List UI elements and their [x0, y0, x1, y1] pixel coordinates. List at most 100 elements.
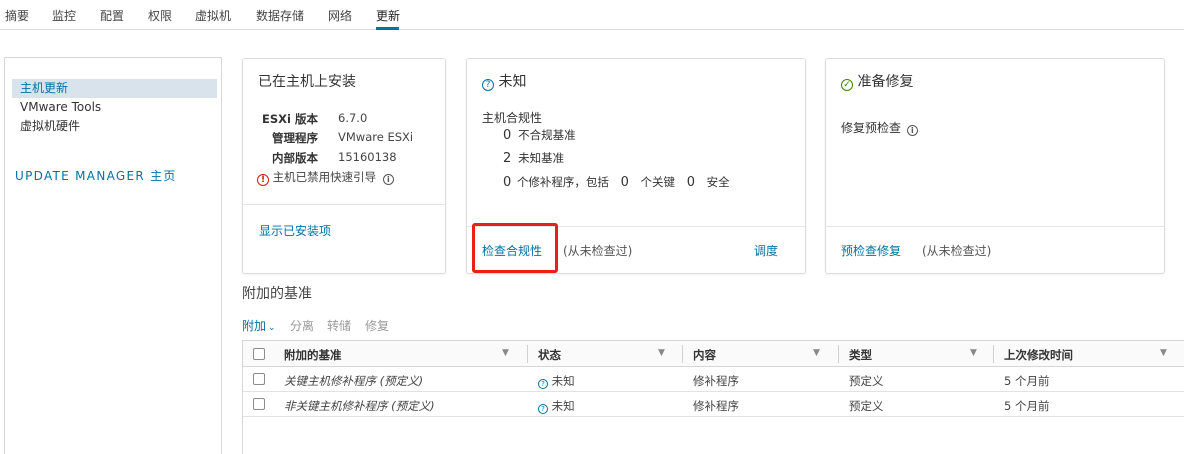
- stage-button[interactable]: 转储: [327, 317, 351, 334]
- noncompliant-label: 不合规基准: [518, 128, 576, 142]
- unknown-count: 2: [503, 151, 512, 166]
- tab-datastores[interactable]: 数据存储: [256, 7, 304, 24]
- baseline-status: ? 未知: [538, 398, 575, 414]
- remediate-button[interactable]: 修复: [365, 317, 389, 334]
- security-count: 0: [686, 175, 695, 190]
- baseline-content: 修补程序: [693, 399, 739, 413]
- card-divider: [826, 226, 1164, 227]
- critical-count: 0: [620, 175, 629, 190]
- column-header-baseline[interactable]: 附加的基准: [284, 347, 342, 363]
- precheck-row: 修复预检查 i: [841, 119, 918, 136]
- card-divider: [243, 204, 445, 205]
- baseline-status-text: 未知: [551, 399, 575, 413]
- row-checkbox[interactable]: [253, 398, 265, 410]
- baseline-status-text: 未知: [551, 374, 575, 388]
- noncompliant-count: 0: [503, 128, 512, 143]
- active-tab-indicator: [376, 27, 399, 30]
- host-compliance-label: 主机合规性: [482, 111, 543, 125]
- detach-button[interactable]: 分离: [290, 317, 314, 334]
- build-value: 15160138: [338, 150, 397, 164]
- baseline-name: 关键主机修补程序 (预定义): [284, 374, 424, 388]
- compliance-card-header: ? 未知: [482, 71, 526, 91]
- warning-icon: !: [257, 174, 269, 186]
- build-label: 内部版本: [272, 151, 318, 165]
- noncompliant-row: 0 不合规基准: [503, 127, 576, 143]
- column-separator[interactable]: [527, 345, 528, 363]
- baseline-modified: 5 个月前: [1004, 374, 1050, 388]
- precheck-remediation-link[interactable]: 预检查修复: [841, 242, 901, 259]
- check-compliance-status: (从未检查过): [563, 244, 633, 258]
- remediation-card: ✓ 准备修复 修复预检查 i 预检查修复 (从未检查过): [825, 58, 1165, 274]
- baseline-type: 预定义: [849, 374, 884, 388]
- filter-icon[interactable]: ▼: [658, 348, 665, 358]
- tab-vms[interactable]: 虚拟机: [195, 7, 231, 24]
- info-icon[interactable]: i: [382, 174, 394, 185]
- tab-updates[interactable]: 更新: [376, 7, 400, 24]
- grid-header: 附加的基准 ▼ 状态 ▼ 内容 ▼ 类型 ▼ 上次修改时间 ▼: [243, 341, 1184, 367]
- baseline-name: 非关键主机修补程序 (预定义): [284, 399, 435, 413]
- patch-count: 0: [503, 175, 512, 190]
- tab-configure[interactable]: 配置: [100, 7, 124, 24]
- patch-text: 个修补程序，包括: [516, 175, 609, 189]
- sidebar-item-vm-hardware[interactable]: 虚拟机硬件: [12, 117, 217, 136]
- baseline-status: ? 未知: [538, 373, 575, 389]
- precheck-status: (从未检查过): [922, 244, 992, 258]
- column-separator[interactable]: [682, 345, 683, 363]
- tab-summary[interactable]: 摘要: [5, 7, 29, 24]
- unknown-row: 2 未知基准: [503, 150, 564, 166]
- esxi-version-value: 6.7.0: [338, 111, 368, 125]
- filter-icon[interactable]: ▼: [502, 348, 509, 358]
- column-header-type[interactable]: 类型: [849, 347, 872, 363]
- precheck-label: 修复预检查: [841, 121, 902, 135]
- question-icon: ?: [538, 404, 548, 414]
- esxi-version-label: ESXi 版本: [262, 112, 318, 126]
- column-header-content[interactable]: 内容: [693, 347, 716, 363]
- attach-label: 附加: [242, 319, 267, 333]
- tab-monitor[interactable]: 监控: [52, 7, 76, 24]
- remediation-card-header: ✓ 准备修复: [841, 71, 913, 91]
- baseline-type: 预定义: [849, 399, 884, 413]
- table-row[interactable]: 非关键主机修补程序 (预定义) ? 未知 修补程序 预定义 5 个月前: [243, 392, 1184, 417]
- column-separator[interactable]: [993, 345, 994, 363]
- question-icon: ?: [538, 379, 548, 389]
- filter-icon[interactable]: ▼: [970, 348, 977, 358]
- column-separator[interactable]: [838, 345, 839, 363]
- chevron-down-icon: ⌄: [268, 323, 276, 333]
- critical-label: 个关键: [640, 175, 676, 189]
- installed-card-title: 已在主机上安装: [258, 74, 356, 90]
- patches-row: 0 个修补程序，包括 0 个关键 0 安全: [503, 174, 730, 190]
- tab-permissions[interactable]: 权限: [148, 7, 172, 24]
- quick-boot-warning-text: 主机已禁用快速引导: [272, 170, 377, 184]
- unknown-label: 未知基准: [518, 151, 565, 165]
- updates-sidebar: 主机更新 VMware Tools 虚拟机硬件 UPDATE MANAGER 主…: [4, 57, 222, 454]
- quick-boot-warning: ! 主机已禁用快速引导 i: [257, 169, 394, 186]
- row-checkbox[interactable]: [253, 373, 265, 385]
- filter-icon[interactable]: ▼: [813, 348, 820, 358]
- info-icon[interactable]: i: [906, 125, 918, 136]
- baseline-modified: 5 个月前: [1004, 399, 1050, 413]
- attached-baselines-title: 附加的基准: [242, 286, 312, 302]
- baselines-grid: 附加的基准 ▼ 状态 ▼ 内容 ▼ 类型 ▼ 上次修改时间 ▼ 关键主机修补程序…: [242, 340, 1184, 454]
- sidebar-item-host-updates[interactable]: 主机更新: [12, 79, 217, 98]
- hypervisor-label: 管理程序: [272, 131, 318, 145]
- filter-icon[interactable]: ▼: [1160, 348, 1167, 358]
- update-manager-home-link[interactable]: UPDATE MANAGER 主页: [15, 167, 177, 184]
- question-icon: ?: [482, 79, 494, 91]
- top-tab-bar: 摘要 监控 配置 权限 虚拟机 数据存储 网络 更新: [0, 0, 1184, 30]
- table-row[interactable]: 关键主机修补程序 (预定义) ? 未知 修补程序 预定义 5 个月前: [243, 367, 1184, 392]
- select-all-checkbox[interactable]: [253, 348, 265, 360]
- remediation-card-title: 准备修复: [857, 74, 914, 90]
- attach-dropdown-button[interactable]: 附加 ⌄: [242, 317, 276, 334]
- baseline-content: 修补程序: [693, 374, 739, 388]
- installed-on-host-card: 已在主机上安装 ESXi 版本 6.7.0 管理程序 VMware ESXi 内…: [242, 58, 446, 274]
- column-header-last-modified[interactable]: 上次修改时间: [1004, 347, 1073, 363]
- security-label: 安全: [706, 175, 730, 189]
- check-circle-icon: ✓: [841, 79, 853, 91]
- schedule-link[interactable]: 调度: [754, 242, 778, 259]
- show-installed-link[interactable]: 显示已安装项: [259, 222, 331, 239]
- column-header-status[interactable]: 状态: [538, 347, 561, 363]
- compliance-card-title: 未知: [498, 74, 527, 90]
- sidebar-item-vmware-tools[interactable]: VMware Tools: [12, 98, 217, 117]
- hypervisor-value: VMware ESXi: [338, 130, 414, 144]
- tab-networks[interactable]: 网络: [328, 7, 352, 24]
